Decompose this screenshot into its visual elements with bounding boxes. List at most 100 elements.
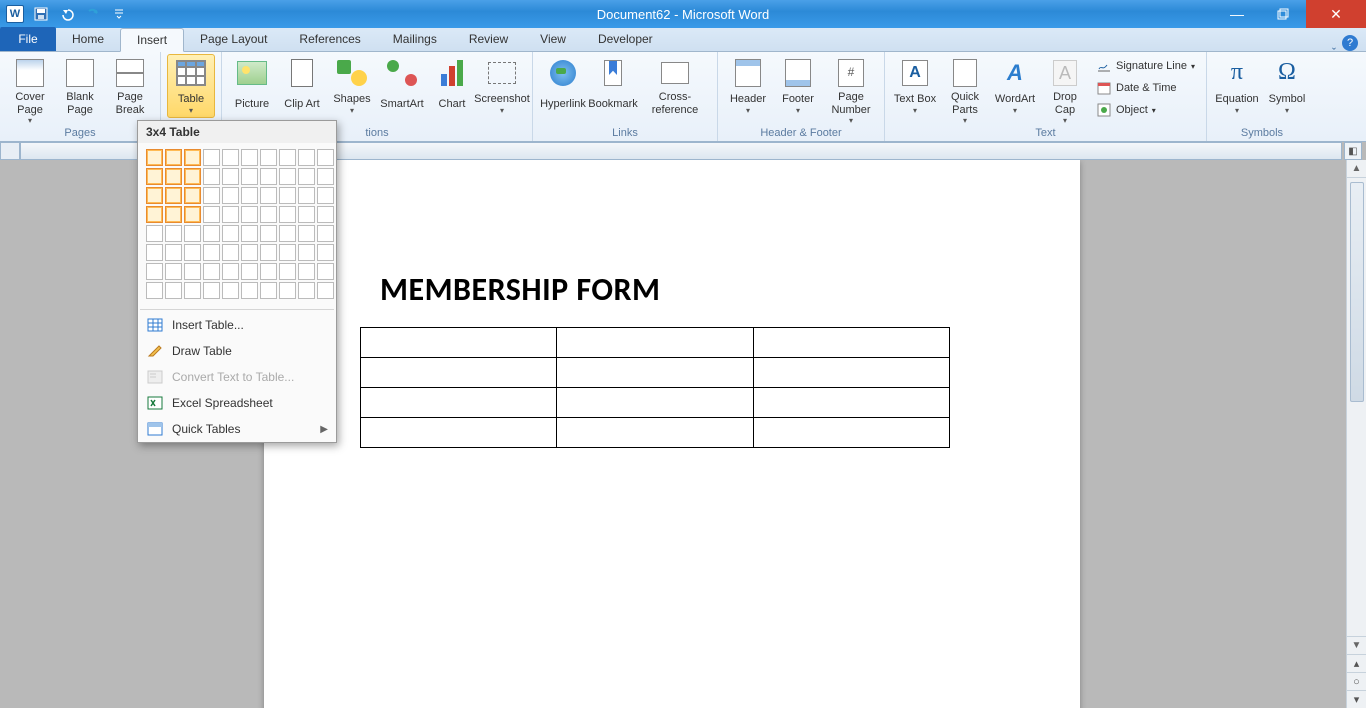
- scroll-up-button[interactable]: ▲: [1347, 160, 1366, 178]
- table-cell[interactable]: [361, 358, 557, 388]
- grid-cell[interactable]: [241, 149, 258, 166]
- grid-cell[interactable]: [165, 206, 182, 223]
- grid-cell[interactable]: [203, 187, 220, 204]
- minimize-ribbon-button[interactable]: ˬ: [1332, 36, 1336, 50]
- save-button[interactable]: [30, 3, 52, 25]
- cover-page-button[interactable]: Cover Page▾: [6, 54, 54, 126]
- grid-cell[interactable]: [241, 263, 258, 280]
- grid-cell[interactable]: [165, 225, 182, 242]
- page-number-button[interactable]: #Page Number▾: [824, 54, 878, 126]
- grid-cell[interactable]: [298, 282, 315, 299]
- grid-cell[interactable]: [317, 282, 334, 299]
- grid-cell[interactable]: [241, 244, 258, 261]
- grid-cell[interactable]: [298, 244, 315, 261]
- grid-cell[interactable]: [184, 282, 201, 299]
- grid-cell[interactable]: [241, 206, 258, 223]
- tab-insert[interactable]: Insert: [120, 28, 184, 52]
- grid-cell[interactable]: [165, 168, 182, 185]
- grid-cell[interactable]: [260, 149, 277, 166]
- table-size-grid[interactable]: [138, 143, 336, 307]
- equation-button[interactable]: πEquation▾: [1213, 54, 1261, 118]
- shapes-button[interactable]: Shapes▾: [328, 54, 376, 118]
- grid-cell[interactable]: [279, 168, 296, 185]
- grid-cell[interactable]: [222, 168, 239, 185]
- screenshot-button[interactable]: Screenshot▾: [478, 54, 526, 118]
- grid-cell[interactable]: [165, 187, 182, 204]
- grid-cell[interactable]: [260, 263, 277, 280]
- signature-line-button[interactable]: Signature Line ▾: [1091, 56, 1200, 76]
- table-cell[interactable]: [361, 388, 557, 418]
- blank-page-button[interactable]: Blank Page: [56, 54, 104, 118]
- grid-cell[interactable]: [146, 225, 163, 242]
- grid-cell[interactable]: [203, 149, 220, 166]
- grid-cell[interactable]: [260, 244, 277, 261]
- grid-cell[interactable]: [279, 149, 296, 166]
- grid-cell[interactable]: [184, 225, 201, 242]
- quick-tables-menu-item[interactable]: Quick Tables▶: [138, 416, 336, 442]
- grid-cell[interactable]: [298, 149, 315, 166]
- grid-cell[interactable]: [184, 263, 201, 280]
- undo-button[interactable]: [56, 3, 78, 25]
- grid-cell[interactable]: [317, 187, 334, 204]
- ruler-toggle-button[interactable]: ◧: [1344, 142, 1362, 160]
- tab-developer[interactable]: Developer: [582, 27, 669, 51]
- file-tab[interactable]: File: [0, 27, 56, 51]
- grid-cell[interactable]: [222, 149, 239, 166]
- grid-cell[interactable]: [279, 206, 296, 223]
- object-button[interactable]: Object ▾: [1091, 100, 1200, 120]
- grid-cell[interactable]: [222, 244, 239, 261]
- grid-cell[interactable]: [260, 168, 277, 185]
- grid-cell[interactable]: [203, 282, 220, 299]
- table-cell[interactable]: [753, 328, 949, 358]
- grid-cell[interactable]: [317, 244, 334, 261]
- grid-cell[interactable]: [165, 282, 182, 299]
- grid-cell[interactable]: [184, 206, 201, 223]
- bookmark-button[interactable]: Bookmark: [589, 54, 637, 118]
- grid-cell[interactable]: [146, 263, 163, 280]
- grid-cell[interactable]: [203, 168, 220, 185]
- restore-button[interactable]: [1260, 0, 1306, 28]
- grid-cell[interactable]: [146, 282, 163, 299]
- grid-cell[interactable]: [298, 263, 315, 280]
- grid-cell[interactable]: [222, 282, 239, 299]
- table-cell[interactable]: [361, 328, 557, 358]
- grid-cell[interactable]: [260, 206, 277, 223]
- table-cell[interactable]: [557, 358, 753, 388]
- clip-art-button[interactable]: Clip Art: [278, 54, 326, 118]
- grid-cell[interactable]: [298, 225, 315, 242]
- picture-button[interactable]: Picture: [228, 54, 276, 118]
- grid-cell[interactable]: [146, 187, 163, 204]
- tab-view[interactable]: View: [524, 27, 582, 51]
- grid-cell[interactable]: [298, 206, 315, 223]
- grid-cell[interactable]: [279, 225, 296, 242]
- table-cell[interactable]: [753, 388, 949, 418]
- grid-cell[interactable]: [241, 225, 258, 242]
- grid-cell[interactable]: [184, 187, 201, 204]
- grid-cell[interactable]: [260, 282, 277, 299]
- grid-cell[interactable]: [241, 168, 258, 185]
- text-box-button[interactable]: AText Box▾: [891, 54, 939, 118]
- grid-cell[interactable]: [298, 168, 315, 185]
- scroll-thumb[interactable]: [1350, 182, 1364, 402]
- grid-cell[interactable]: [317, 206, 334, 223]
- grid-cell[interactable]: [203, 244, 220, 261]
- grid-cell[interactable]: [317, 263, 334, 280]
- close-button[interactable]: ✕: [1306, 0, 1366, 28]
- drop-cap-button[interactable]: ADrop Cap▾: [1041, 54, 1089, 126]
- grid-cell[interactable]: [260, 187, 277, 204]
- grid-cell[interactable]: [317, 149, 334, 166]
- quick-parts-button[interactable]: Quick Parts▾: [941, 54, 989, 126]
- table-cell[interactable]: [557, 418, 753, 448]
- redo-button[interactable]: [82, 3, 104, 25]
- grid-cell[interactable]: [222, 206, 239, 223]
- grid-cell[interactable]: [165, 149, 182, 166]
- footer-button[interactable]: Footer▾: [774, 54, 822, 118]
- grid-cell[interactable]: [241, 187, 258, 204]
- grid-cell[interactable]: [146, 244, 163, 261]
- cross-reference-button[interactable]: Cross-reference: [639, 54, 711, 118]
- next-page-button[interactable]: ▾: [1347, 690, 1366, 708]
- tab-references[interactable]: References: [283, 27, 376, 51]
- grid-cell[interactable]: [279, 282, 296, 299]
- grid-cell[interactable]: [222, 187, 239, 204]
- grid-cell[interactable]: [222, 225, 239, 242]
